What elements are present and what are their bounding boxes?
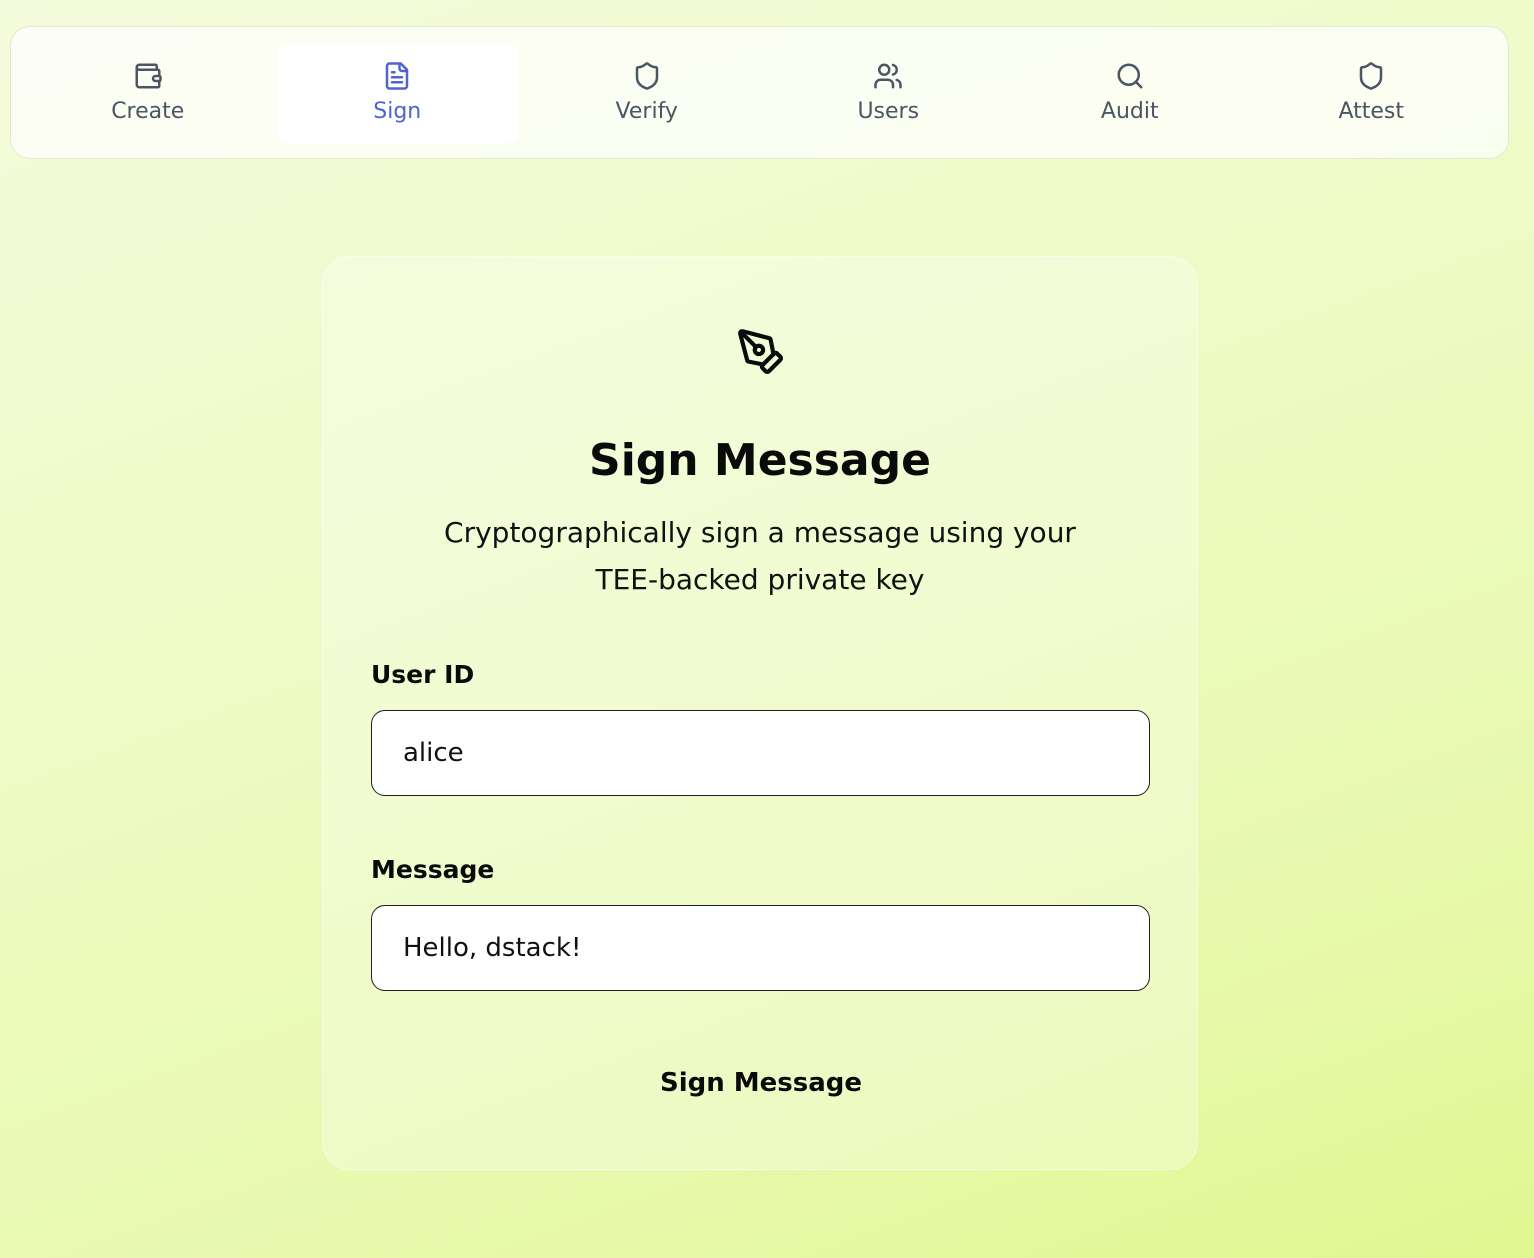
user-id-label: User ID (371, 660, 475, 689)
sign-message-card: Sign Message Cryptographically sign a me… (322, 256, 1198, 1170)
tab-users[interactable]: Users (768, 43, 1010, 143)
tab-create[interactable]: Create (27, 43, 269, 143)
tab-attest[interactable]: Attest (1251, 43, 1493, 143)
sign-message-button[interactable]: Sign Message (611, 1053, 911, 1113)
pen-tool-icon (736, 327, 786, 377)
wallet-icon (133, 61, 163, 91)
tab-label: Create (111, 98, 185, 124)
user-id-input[interactable] (371, 710, 1150, 796)
shield-icon (1356, 61, 1386, 91)
tab-sign[interactable]: Sign (276, 42, 518, 143)
message-label: Message (371, 855, 495, 884)
page-title: Sign Message (589, 435, 931, 486)
page-subtitle: Cryptographically sign a message using y… (444, 516, 1076, 596)
tab-label: Users (857, 98, 920, 124)
tab-label: Audit (1100, 98, 1159, 124)
search-icon (1115, 61, 1145, 91)
tab-label: Attest (1338, 98, 1405, 124)
message-input[interactable] (371, 905, 1150, 991)
tab-label: Verify (615, 98, 678, 124)
tab-verify[interactable]: Verify (526, 43, 768, 143)
shield-icon (632, 61, 662, 91)
tab-audit[interactable]: Audit (1009, 43, 1251, 143)
top-nav: Create Sign Verify Users Audit Attest (10, 26, 1509, 159)
tab-label: Sign (373, 98, 422, 124)
document-icon (382, 61, 412, 91)
users-icon (873, 61, 903, 91)
